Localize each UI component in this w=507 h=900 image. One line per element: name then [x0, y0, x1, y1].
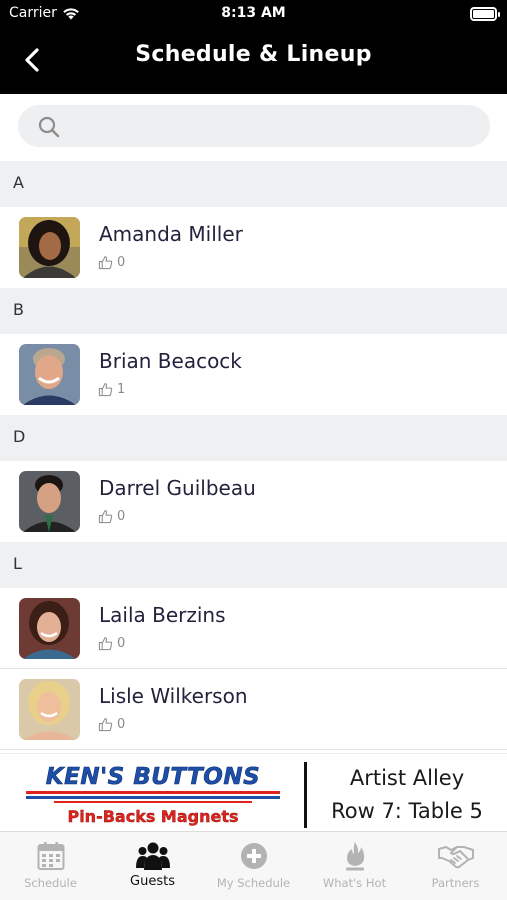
thumbs-up-icon	[98, 637, 113, 651]
tab-my-schedule[interactable]: My Schedule	[203, 840, 304, 890]
like-count[interactable]: 0	[98, 717, 125, 732]
booth-table: Row 7: Table 5	[331, 799, 483, 823]
tab-label: Guests	[130, 874, 175, 889]
guest-name: Darrel Guilbeau	[99, 476, 256, 500]
guest-row-darrel-guilbeau[interactable]: Darrel Guilbeau 0	[0, 461, 507, 542]
flame-icon	[345, 842, 364, 871]
plus-circle-icon	[240, 843, 267, 869]
page-title: Schedule & Lineup	[135, 42, 372, 67]
avatar	[19, 471, 80, 532]
section-header-l: L	[0, 542, 507, 588]
search-input[interactable]	[74, 111, 474, 141]
search-icon	[38, 116, 60, 138]
like-count[interactable]: 1	[98, 382, 125, 397]
avatar	[19, 217, 80, 278]
guest-name: Brian Beacock	[99, 349, 242, 373]
booth-area: Artist Alley	[349, 766, 465, 790]
svg-text:Pin-Backs Magnets: Pin-Backs Magnets	[67, 807, 238, 826]
battery-icon	[470, 7, 500, 21]
tab-partners[interactable]: Partners	[405, 840, 506, 890]
thumbs-up-icon	[98, 718, 113, 732]
thumbs-up-icon	[98, 510, 113, 524]
guest-list[interactable]: A Amanda Miller 0 B Brian Beacock 1 D Da…	[0, 161, 507, 753]
like-count[interactable]: 0	[98, 255, 125, 270]
status-bar: Carrier 8:13 AM	[0, 0, 507, 28]
tab-label: What's Hot	[322, 876, 387, 890]
like-count[interactable]: 0	[98, 636, 125, 651]
section-header-d: D	[0, 415, 507, 461]
section-header-b: B	[0, 288, 507, 334]
like-count-value: 0	[117, 636, 126, 651]
guest-name: Laila Berzins	[99, 603, 226, 627]
nav-bar: Schedule & Lineup	[0, 28, 507, 94]
tab-label: Schedule	[24, 876, 77, 890]
like-count-value: 0	[117, 509, 126, 524]
like-count-value: 1	[117, 382, 126, 397]
people-icon	[135, 842, 170, 870]
section-header-a: A	[0, 161, 507, 207]
sponsor-banner[interactable]: KEN'S BUTTONS Pin-Backs Magnets Artist A…	[0, 753, 507, 831]
booth-location: Artist Alley Row 7: Table 5	[312, 762, 502, 828]
top-bar: Carrier 8:13 AM Schedule & Lineup	[0, 0, 507, 94]
tab-label: Partners	[431, 876, 480, 890]
search-area	[0, 94, 507, 161]
thumbs-up-icon	[98, 256, 113, 270]
avatar	[19, 679, 80, 740]
guest-name: Amanda Miller	[99, 222, 243, 246]
guest-row-lisle-wilkerson[interactable]: Lisle Wilkerson 0	[0, 669, 507, 750]
handshake-icon	[437, 846, 474, 869]
avatar	[19, 344, 80, 405]
kens-buttons-logo: KEN'S BUTTONS Pin-Backs Magnets	[26, 764, 280, 826]
tab-schedule[interactable]: Schedule	[0, 840, 101, 890]
avatar	[19, 598, 80, 659]
search-bar[interactable]	[18, 105, 490, 147]
guest-row-laila-berzins[interactable]: Laila Berzins 0	[0, 588, 507, 669]
tab-whats-hot[interactable]: What's Hot	[304, 840, 405, 890]
status-time: 8:13 AM	[221, 5, 286, 21]
tab-bar: Schedule Guests My Schedule What's Hot P…	[0, 831, 507, 900]
tab-guests[interactable]: Guests	[102, 840, 203, 889]
guest-name: Lisle Wilkerson	[99, 684, 248, 708]
banner-divider	[304, 762, 307, 828]
svg-text:KEN'S BUTTONS: KEN'S BUTTONS	[46, 764, 260, 790]
like-count-value: 0	[117, 717, 126, 732]
calendar-icon	[37, 842, 64, 870]
guest-row-amanda-miller[interactable]: Amanda Miller 0	[0, 207, 507, 288]
like-count-value: 0	[117, 255, 126, 270]
thumbs-up-icon	[98, 383, 113, 397]
like-count[interactable]: 0	[98, 509, 125, 524]
guest-row-brian-beacock[interactable]: Brian Beacock 1	[0, 334, 507, 415]
tab-label: My Schedule	[216, 876, 291, 890]
